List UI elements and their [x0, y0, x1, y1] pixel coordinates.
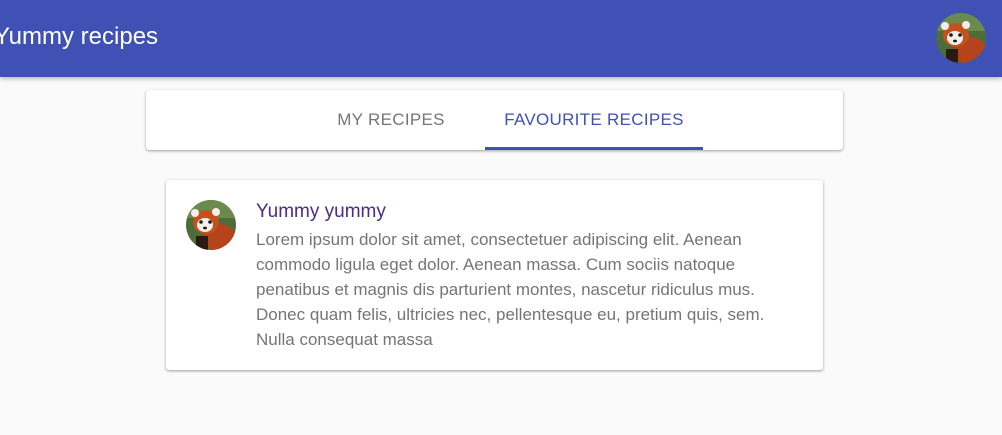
tabs-bar: MY RECIPES FAVOURITE RECIPES: [146, 90, 843, 150]
red-panda-avatar-icon: [186, 200, 236, 250]
recipe-avatar: [186, 200, 236, 250]
user-avatar[interactable]: [936, 13, 986, 63]
recipe-card[interactable]: Yummy yummy Lorem ipsum dolor sit amet, …: [166, 180, 823, 370]
app-bar: Yummy recipes: [0, 0, 1002, 77]
recipe-title[interactable]: Yummy yummy: [256, 200, 386, 224]
app-title: Yummy recipes: [0, 23, 159, 50]
tab-my-recipes[interactable]: MY RECIPES: [310, 90, 472, 150]
red-panda-avatar-icon: [936, 13, 986, 63]
recipe-description: Lorem ipsum dolor sit amet, consectetuer…: [256, 230, 765, 349]
active-tab-indicator: [485, 147, 703, 150]
tab-favourite-recipes[interactable]: FAVOURITE RECIPES: [485, 90, 703, 150]
